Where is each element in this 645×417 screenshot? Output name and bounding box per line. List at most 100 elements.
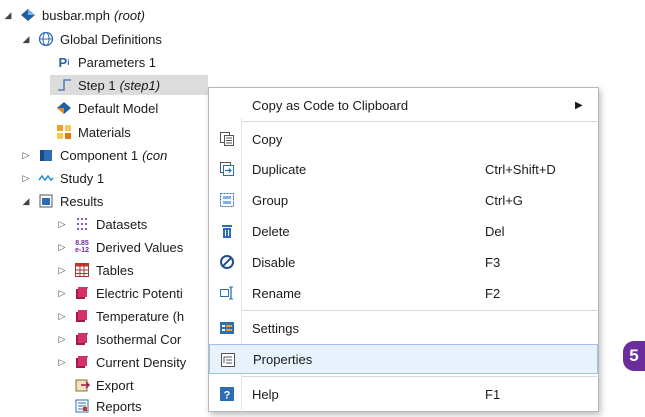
properties-icon: [220, 352, 236, 368]
tree-note: (step1): [119, 77, 161, 93]
menu-item-settings[interactable]: Settings: [209, 313, 598, 343]
export-icon: [74, 377, 90, 393]
expand-arrow-icon[interactable]: ▷: [20, 173, 32, 184]
tree-label: Reports: [96, 398, 142, 414]
tree-label: Parameters 1: [78, 54, 157, 70]
tree-node-component[interactable]: ▷ Component 1 (con: [20, 145, 168, 165]
tree-label: Global Definitions: [60, 31, 162, 47]
tree-node-derived-values[interactable]: ▷ 8.85 e-12 Derived Values: [56, 237, 184, 257]
plot-group-icon: *: [74, 354, 90, 370]
menu-item-copy[interactable]: Copy: [209, 124, 598, 154]
menu-separator: [242, 310, 597, 311]
expand-arrow-icon[interactable]: ▷: [56, 265, 68, 276]
tree-label: Study 1: [60, 170, 105, 186]
tree-node-default-model[interactable]: Default Model: [56, 98, 158, 118]
tree-node-electric-potential[interactable]: ▷ * Electric Potenti: [56, 283, 183, 303]
globe-icon: [38, 31, 54, 47]
menu-item-group[interactable]: Group Ctrl+G: [209, 185, 598, 215]
expand-arrow-icon[interactable]: ▷: [20, 150, 32, 161]
table-icon: [74, 262, 90, 278]
menu-item-help[interactable]: ? Help F1: [209, 379, 598, 409]
plot-group-icon: *: [74, 331, 90, 347]
collapse-arrow-icon[interactable]: ◢: [2, 10, 14, 21]
tree-node-current-density[interactable]: ▷ * Current Density: [56, 352, 187, 372]
tree-node-global-definitions[interactable]: ◢ Global Definitions: [20, 29, 162, 49]
expand-arrow-icon[interactable]: ▷: [56, 311, 68, 322]
default-model-icon: [56, 100, 72, 116]
tree-label: Datasets: [96, 216, 148, 232]
menu-item-rename[interactable]: Rename F2: [209, 278, 598, 308]
menu-item-duplicate[interactable]: Duplicate Ctrl+Shift+D: [209, 154, 598, 184]
menu-item-disable[interactable]: Disable F3: [209, 247, 598, 277]
expand-arrow-icon[interactable]: ▷: [56, 288, 68, 299]
results-icon: [38, 193, 54, 209]
expand-arrow-icon[interactable]: ▷: [56, 219, 68, 230]
menu-item-label: Copy as Code to Clipboard: [252, 97, 409, 113]
duplicate-icon: [219, 161, 235, 177]
menu-item-shortcut: F1: [485, 386, 501, 402]
menu-item-copy-as-code[interactable]: Copy as Code to Clipboard ▶: [209, 90, 598, 120]
group-icon: [219, 192, 235, 208]
parameters-icon: Pi: [58, 54, 70, 70]
menu-item-delete[interactable]: Delete Del: [209, 216, 598, 246]
menu-item-shortcut: Ctrl+Shift+D: [485, 161, 556, 177]
menu-item-label: Copy: [252, 131, 283, 147]
tree-label: Isothermal Cor: [96, 331, 182, 347]
tree-label: Step 1: [78, 77, 116, 93]
collapse-arrow-icon[interactable]: ◢: [20, 196, 32, 207]
svg-text:*: *: [86, 287, 89, 293]
plot-group-icon: [74, 308, 90, 324]
tree-label: Current Density: [96, 354, 187, 370]
datasets-icon: [74, 216, 90, 232]
menu-item-label: Properties: [253, 351, 313, 367]
trash-icon: [219, 223, 235, 239]
tree-label: Default Model: [78, 100, 159, 116]
tree-label: Tables: [96, 262, 134, 278]
menu-item-properties[interactable]: Properties: [209, 344, 598, 374]
materials-icon: [56, 124, 72, 140]
component-icon: [38, 147, 54, 163]
disable-icon: [219, 254, 235, 270]
menu-separator: [242, 121, 597, 122]
expand-arrow-icon[interactable]: ▷: [56, 242, 68, 253]
tree-node-export[interactable]: Export: [74, 375, 134, 395]
tree-node-parameters[interactable]: Pi Parameters 1: [56, 52, 157, 72]
reports-icon: [74, 398, 90, 414]
svg-text:*: *: [86, 356, 89, 362]
plot-group-icon: *: [74, 285, 90, 301]
tree-note: (root): [113, 7, 145, 23]
step-function-icon: [56, 77, 72, 93]
tree-node-results[interactable]: ◢ Results: [20, 191, 104, 211]
tree-note: (con: [142, 147, 168, 163]
derived-values-icon: 8.85 e-12: [74, 240, 89, 254]
collapse-arrow-icon[interactable]: ◢: [20, 34, 32, 45]
study-icon: [38, 170, 54, 186]
menu-item-shortcut: Ctrl+G: [485, 192, 523, 208]
tree-node-step[interactable]: Step 1 (step1): [50, 75, 208, 95]
tree-node-root[interactable]: ◢ busbar.mph (root): [2, 5, 145, 25]
copy-icon: [219, 131, 235, 147]
tree-label: Export: [96, 377, 134, 393]
tree-node-tables[interactable]: ▷ Tables: [56, 260, 134, 280]
tree-node-study[interactable]: ▷ Study 1: [20, 168, 105, 188]
menu-item-shortcut: F3: [485, 254, 501, 270]
expand-arrow-icon[interactable]: ▷: [56, 357, 68, 368]
menu-item-label: Help: [252, 386, 279, 402]
tree-label: Results: [60, 193, 104, 209]
menu-item-label: Group: [252, 192, 289, 208]
tree-node-temperature[interactable]: ▷ Temperature (h: [56, 306, 185, 326]
tree-node-datasets[interactable]: ▷ Datasets: [56, 214, 148, 234]
tree-label: Materials: [78, 124, 131, 140]
menu-item-label: Delete: [252, 223, 290, 239]
tree-label: busbar.mph: [42, 7, 110, 23]
tree-node-isothermal[interactable]: ▷ * Isothermal Cor: [56, 329, 182, 349]
menu-item-label: Disable: [252, 254, 296, 270]
tree-node-reports[interactable]: Reports: [74, 396, 142, 416]
expand-arrow-icon[interactable]: ▷: [56, 334, 68, 345]
submenu-arrow-icon: ▶: [575, 99, 583, 111]
svg-text:*: *: [86, 333, 89, 339]
menu-item-label: Duplicate: [252, 161, 307, 177]
menu-item-shortcut: F2: [485, 285, 501, 301]
help-icon: ?: [219, 386, 235, 402]
tree-node-materials[interactable]: Materials: [56, 122, 131, 142]
